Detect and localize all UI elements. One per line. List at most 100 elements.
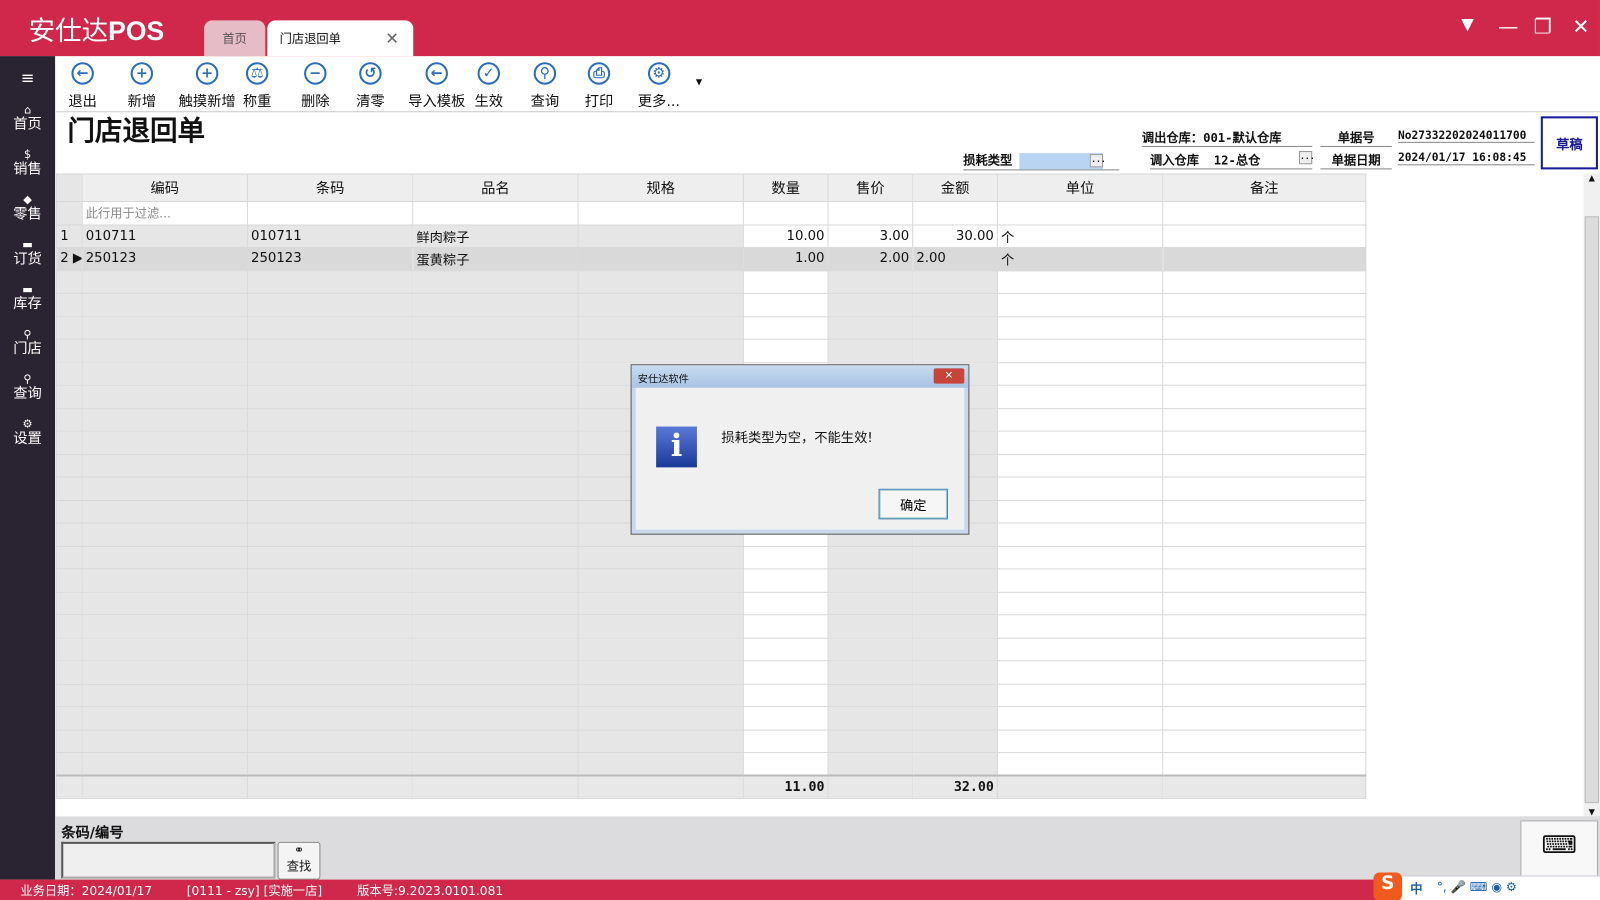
sidebar-item[interactable]: $ 销售 <box>0 147 55 178</box>
column-header[interactable]: 金额 <box>912 173 998 203</box>
filter-cell[interactable]: 此行用于过滤... <box>81 201 248 225</box>
page-title: 门店退回单 <box>67 115 206 147</box>
toolbar-button[interactable]: ← 退出 <box>68 60 97 111</box>
toolbar-label: 清零 <box>356 93 385 111</box>
browse-icon[interactable]: ... <box>1298 151 1315 165</box>
close-tab-icon[interactable]: ✕ <box>385 29 399 48</box>
empty-row <box>56 315 1367 340</box>
column-header[interactable]: 规格 <box>577 173 744 203</box>
cell-code[interactable]: 250123 <box>81 246 248 271</box>
close-button[interactable]: ✕ <box>1572 14 1589 38</box>
column-header[interactable]: 品名 <box>412 173 579 203</box>
scrollbar-thumb[interactable] <box>1584 216 1599 804</box>
status-badge: 草稿 <box>1540 116 1598 170</box>
column-header[interactable]: 数量 <box>742 173 829 203</box>
binoculars-icon: ⚭ <box>293 842 305 858</box>
ime-toolbar[interactable]: S 中 °, 🎤 ⌨ ◉ ⚙ <box>1373 872 1600 900</box>
cell-qty[interactable]: 1.00 <box>742 246 829 271</box>
toolbar-button[interactable]: − 删除 <box>301 60 330 111</box>
out-warehouse-field: 调出仓库：001-默认仓库 <box>1141 129 1313 147</box>
dropdown-icon[interactable]: ▼ <box>1461 14 1474 33</box>
empty-row <box>56 660 1367 685</box>
minimize-button[interactable]: — <box>1498 14 1518 38</box>
toolbar-icon: ⚲ <box>533 62 557 85</box>
table-row[interactable]: 2 ▶ 250123 250123 蛋黄粽子 1.00 2.00 2.00 个 <box>56 246 1367 271</box>
filter-row[interactable]: 此行用于过滤... <box>56 201 1367 225</box>
cell-barcode[interactable]: 010711 <box>246 223 414 248</box>
cell-spec[interactable] <box>577 223 744 248</box>
row-number: 1 <box>56 223 83 248</box>
table-row[interactable]: 1 010711 010711 鲜肉粽子 10.00 3.00 30.00 个 <box>56 223 1367 248</box>
toolbar-button[interactable]: ⎙ 打印 <box>584 60 614 111</box>
find-button[interactable]: ⚭ 查找 <box>277 841 321 880</box>
sidebar-item[interactable]: ▬ 订货 <box>0 237 55 268</box>
toolbar-overflow-icon[interactable]: ▼ <box>696 78 702 87</box>
toolbar-icon: ⎙ <box>587 62 611 85</box>
toolbar-button[interactable]: ↺ 清零 <box>356 60 385 111</box>
browse-icon[interactable]: ... <box>1090 153 1106 167</box>
ime-tools-icon[interactable]: °, 🎤 ⌨ ◉ ⚙ <box>1437 880 1517 894</box>
sidebar-item[interactable]: ▬ 库存 <box>0 282 55 313</box>
toolbar-button[interactable]: ← 导入模板 <box>408 60 465 111</box>
toolbar-button[interactable]: + 新增 <box>128 60 156 111</box>
sidebar-item-label: 销售 <box>13 161 42 178</box>
toolbar-label: 打印 <box>584 93 614 111</box>
toolbar-button[interactable]: + 触摸新增 <box>179 60 236 111</box>
toolbar-button[interactable]: ⚖ 称重 <box>243 60 271 111</box>
cell-amount[interactable]: 30.00 <box>912 223 998 248</box>
sidebar-item[interactable]: ◆ 零售 <box>0 192 55 223</box>
app-logo: 安仕达POS <box>28 15 165 47</box>
cell-spec[interactable] <box>577 246 744 271</box>
doc-no-label: 单据号 <box>1320 129 1392 147</box>
barcode-input[interactable] <box>61 841 276 879</box>
doc-no-value: No27332202024011700 <box>1397 129 1535 143</box>
toolbar-button[interactable]: ✓ 生效 <box>474 60 503 111</box>
toolbar-icon: + <box>195 62 219 85</box>
toolbar-icon: ⚖ <box>245 62 269 85</box>
column-header[interactable]: 条码 <box>246 173 414 203</box>
column-header[interactable]: 售价 <box>827 173 914 203</box>
sidebar-item[interactable]: ⚲ 查询 <box>0 371 55 402</box>
loss-type-input[interactable]: ... <box>1019 152 1106 169</box>
cell-note[interactable] <box>1162 223 1367 248</box>
tab-store-return[interactable]: 门店退回单 ✕ <box>267 20 414 57</box>
column-header[interactable]: 单位 <box>996 173 1164 203</box>
toolbar-icon: ← <box>71 62 94 85</box>
loss-type-field[interactable]: 损耗类型 ... <box>963 151 1120 170</box>
tab-home[interactable]: 首页 <box>204 20 266 57</box>
sidebar-item[interactable]: ⚲ 门店 <box>0 327 55 358</box>
toolbar-button[interactable]: ⚙ 更多... <box>638 60 680 111</box>
keyboard-button[interactable]: ⌨ <box>1520 820 1598 880</box>
ok-button[interactable]: 确定 <box>878 488 948 520</box>
sidebar-icon: ⚲ <box>23 372 32 386</box>
dialog-close-button[interactable]: ✕ <box>933 368 965 384</box>
sidebar-item[interactable]: ⚙ 设置 <box>0 416 55 447</box>
cell-name[interactable]: 蛋黄粽子 <box>412 246 579 271</box>
sidebar-icon: ▬ <box>22 282 33 296</box>
cell-barcode[interactable]: 250123 <box>246 246 414 271</box>
menu-icon[interactable]: ≡ <box>0 70 55 86</box>
in-warehouse-field[interactable]: 调入仓库 12-总仓... <box>1149 151 1315 170</box>
sidebar-icon: ⌂ <box>23 103 32 117</box>
column-header[interactable]: 备注 <box>1162 173 1367 203</box>
cell-amount[interactable]: 2.00 <box>912 246 998 271</box>
cell-unit[interactable]: 个 <box>996 246 1164 271</box>
bottom-panel: 条码/编号 ⚭ 查找 ⌨ <box>55 816 1600 880</box>
cell-qty[interactable]: 10.00 <box>742 223 829 248</box>
cell-name[interactable]: 鲜肉粽子 <box>412 223 579 248</box>
cell-note[interactable] <box>1162 246 1367 271</box>
cell-price[interactable]: 3.00 <box>827 223 914 248</box>
restore-button[interactable]: ❐ <box>1534 14 1552 38</box>
ime-language[interactable]: 中 <box>1410 880 1422 897</box>
sidebar-icon: ⚲ <box>23 327 32 341</box>
cell-unit[interactable]: 个 <box>996 223 1164 248</box>
column-header[interactable]: 编码 <box>81 173 248 203</box>
cell-code[interactable]: 010711 <box>81 223 248 248</box>
dialog-title: 安仕达软件 <box>631 365 969 388</box>
sidebar-item[interactable]: ⌂ 首页 <box>0 102 55 133</box>
toolbar-icon: + <box>130 62 154 85</box>
toolbar-button[interactable]: ⚲ 查询 <box>531 60 559 111</box>
business-date: 业务日期：2024/01/17 <box>20 883 153 898</box>
empty-row <box>56 338 1367 363</box>
cell-price[interactable]: 2.00 <box>827 246 914 271</box>
